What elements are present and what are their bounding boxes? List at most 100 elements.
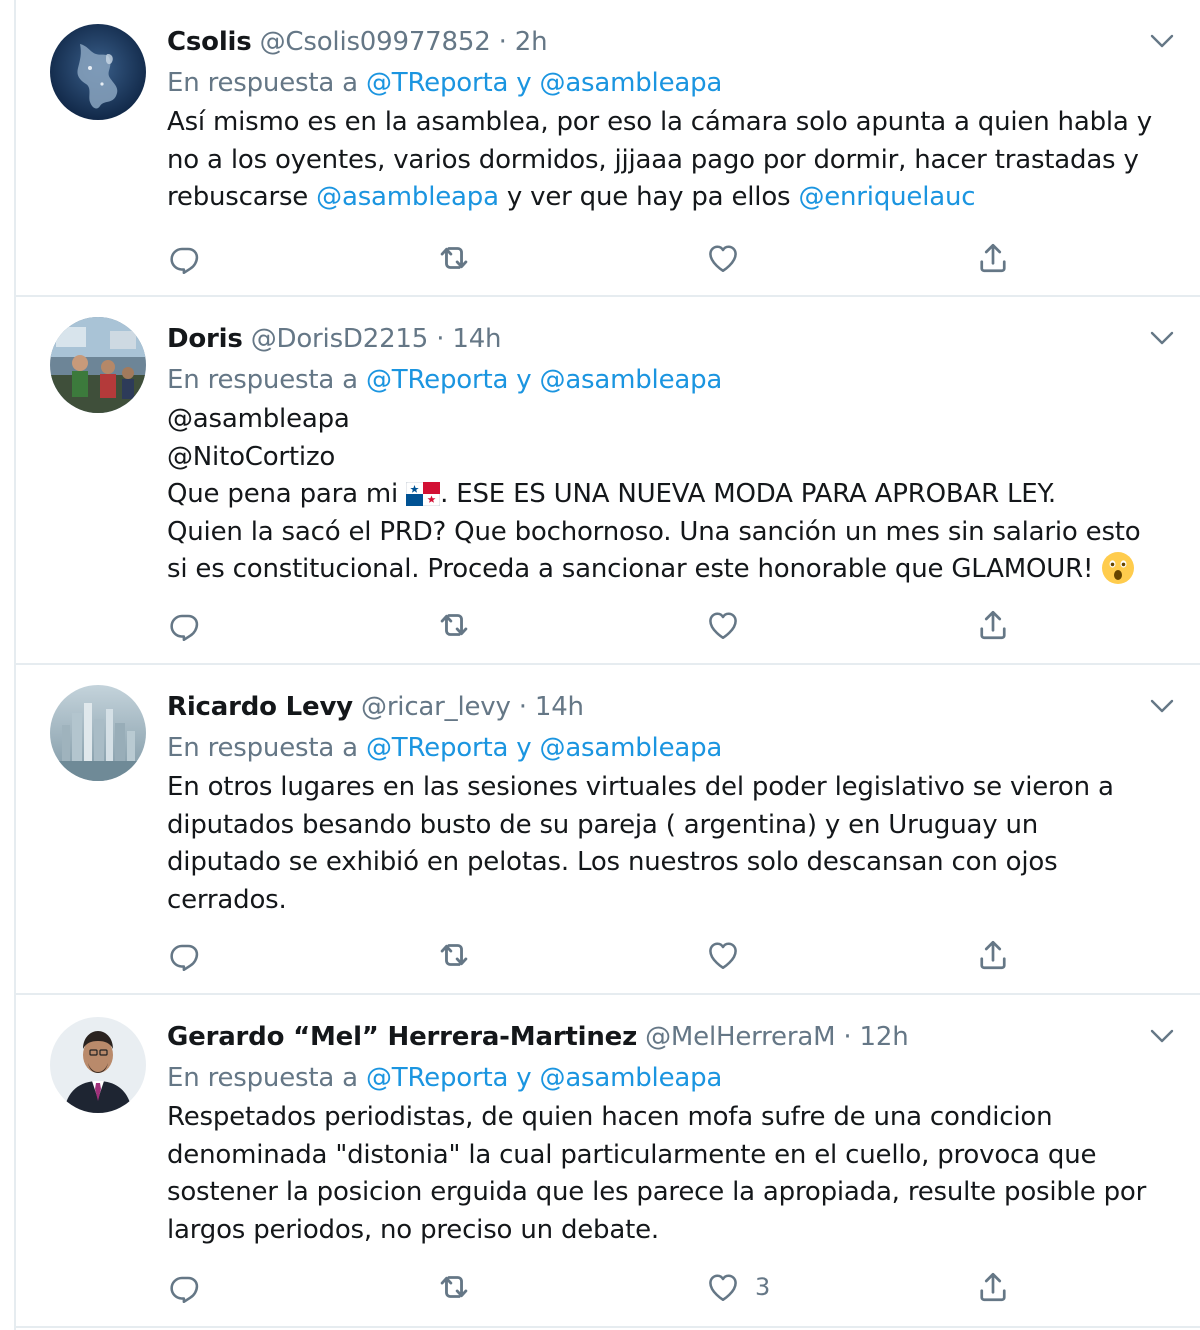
like-count: 3: [755, 1273, 771, 1301]
astonished-face-icon: [1102, 552, 1135, 584]
tweet-actions: [167, 605, 1047, 645]
retweet-icon: [435, 239, 473, 277]
timestamp[interactable]: 14h: [535, 692, 584, 722]
tweet[interactable]: Csolis @Csolis09977852 · 2h En respuesta…: [16, 0, 1200, 297]
chevron-down-icon[interactable]: [1148, 327, 1176, 349]
share-icon: [975, 937, 1011, 973]
share-icon: [975, 607, 1011, 643]
reply-and: y: [516, 365, 532, 395]
mention-link[interactable]: @TReporta: [366, 365, 508, 395]
timestamp[interactable]: 14h: [452, 324, 501, 354]
mention-link[interactable]: @NitoCortizo: [167, 439, 1177, 477]
author-handle[interactable]: @DorisD2215: [251, 324, 429, 354]
share-button[interactable]: [975, 1267, 1011, 1307]
timestamp[interactable]: 12h: [860, 1022, 909, 1052]
tweet-actions: [167, 935, 1047, 975]
chevron-down-icon[interactable]: [1148, 695, 1176, 717]
reply-and: y: [516, 733, 532, 763]
tweet-text-line: diputado se exhibió en pelotas. Los nues…: [167, 847, 1058, 877]
tweet-actions: [167, 238, 1047, 278]
author-name[interactable]: Doris: [167, 324, 243, 354]
author-handle[interactable]: @Csolis09977852: [260, 27, 491, 57]
tweet-text-line: Así mismo es en la asamblea, por eso la …: [167, 107, 1152, 137]
reply-icon: [167, 607, 203, 643]
reply-prefix: En respuesta a: [167, 68, 358, 98]
author-handle[interactable]: @MelHerreraM: [645, 1022, 835, 1052]
like-button[interactable]: [705, 935, 755, 975]
tweet-text-line: denominada "distonia" la cual particular…: [167, 1139, 1097, 1170]
separator: ·: [518, 692, 527, 722]
mention-link[interactable]: @TReporta: [366, 68, 508, 98]
avatar[interactable]: [50, 24, 146, 120]
mention-link[interactable]: @asambleapa: [167, 401, 1177, 439]
reply-button[interactable]: [167, 935, 203, 975]
reply-button[interactable]: [167, 238, 203, 278]
tweet-text-line: Respetados periodistas, de quien hacen m…: [167, 1102, 1053, 1132]
tweet-header: Doris @DorisD2215 · 14h: [167, 319, 1177, 359]
like-button[interactable]: 3: [705, 1267, 770, 1307]
text-segment: . ESE ES UNA NUEVA MODA PARA APROBAR LEY…: [440, 479, 1057, 509]
tweet-header: Csolis @Csolis09977852 · 2h: [167, 22, 1177, 62]
reply-prefix: En respuesta a: [167, 1063, 358, 1093]
retweet-button[interactable]: [435, 238, 473, 278]
mention-link[interactable]: @asambleapa: [540, 365, 723, 395]
mention-link[interactable]: @asambleapa: [540, 1063, 723, 1093]
share-button[interactable]: [975, 238, 1011, 278]
share-icon: [975, 240, 1011, 276]
mention-link[interactable]: @TReporta: [366, 733, 508, 763]
avatar[interactable]: [50, 685, 146, 781]
retweet-button[interactable]: [435, 605, 473, 645]
timestamp[interactable]: 2h: [515, 27, 548, 57]
tweet-text-line: rebuscarse @asambleapa y ver que hay pa …: [167, 179, 1177, 217]
tweet[interactable]: Doris @DorisD2215 · 14h En respuesta a @…: [16, 297, 1200, 665]
share-button[interactable]: [975, 935, 1011, 975]
retweet-button[interactable]: [435, 935, 473, 975]
reply-icon: [167, 1269, 203, 1305]
share-button[interactable]: [975, 605, 1011, 645]
tweet[interactable]: Ricardo Levy @ricar_levy · 14h En respue…: [16, 665, 1200, 995]
author-name[interactable]: Csolis: [167, 27, 252, 57]
tweet-actions: 3: [167, 1267, 1047, 1307]
retweet-icon: [435, 936, 473, 974]
author-name[interactable]: Gerardo “Mel” Herrera-Martinez: [167, 1022, 637, 1052]
tweet-content: Csolis @Csolis09977852 · 2h En respuesta…: [167, 22, 1177, 217]
avatar[interactable]: [50, 1017, 146, 1113]
author-name[interactable]: Ricardo Levy: [167, 692, 353, 722]
like-button[interactable]: [705, 605, 755, 645]
mention-link[interactable]: @asambleapa: [316, 182, 499, 212]
tweet-text-line: Quien la sacó el PRD? Que bochornoso. Un…: [167, 516, 1141, 547]
tweet-text-line: largos periodos, no preciso un debate.: [167, 1214, 659, 1245]
like-button[interactable]: [705, 238, 755, 278]
mention-link[interactable]: @TReporta: [366, 1063, 508, 1093]
mention-link[interactable]: @asambleapa: [540, 68, 723, 98]
text-segment: Que pena para mi: [167, 479, 407, 509]
reply-button[interactable]: [167, 1267, 203, 1307]
retweet-button[interactable]: [435, 1267, 473, 1307]
like-icon: [705, 607, 741, 643]
reply-icon: [167, 937, 203, 973]
text-segment: y ver que hay pa ellos: [498, 182, 799, 212]
mention-link[interactable]: @asambleapa: [540, 733, 723, 763]
mention-link[interactable]: @enriquelauc: [798, 182, 975, 212]
separator: ·: [498, 27, 507, 57]
reply-and: y: [516, 68, 532, 98]
chevron-down-icon[interactable]: [1148, 30, 1176, 52]
tweet-text-line: diputados besando busto de su pareja ( a…: [167, 809, 1039, 840]
author-handle[interactable]: @ricar_levy: [361, 692, 511, 722]
tweet-content: Doris @DorisD2215 · 14h En respuesta a @…: [167, 319, 1177, 589]
tweet-text-line: En otros lugares en las sesiones virtual…: [167, 772, 1114, 802]
tweet-content: Ricardo Levy @ricar_levy · 14h En respue…: [167, 687, 1177, 919]
reply-context: En respuesta a @TReporta y @asambleapa: [167, 62, 1177, 104]
tweet[interactable]: Gerardo “Mel” Herrera-Martinez @MelHerre…: [16, 995, 1200, 1328]
reply-button[interactable]: [167, 605, 203, 645]
text-segment: si es constitucional. Proceda a sanciona…: [167, 554, 1102, 584]
tweet-text-line: si es constitucional. Proceda a sanciona…: [167, 551, 1177, 589]
separator: ·: [843, 1022, 852, 1052]
tweet-text-line: cerrados.: [167, 884, 287, 915]
chevron-down-icon[interactable]: [1148, 1025, 1176, 1047]
reply-prefix: En respuesta a: [167, 733, 358, 763]
reply-and: y: [516, 1063, 532, 1093]
tweet-header: Gerardo “Mel” Herrera-Martinez @MelHerre…: [167, 1017, 1177, 1057]
avatar[interactable]: [50, 317, 146, 413]
reply-context: En respuesta a @TReporta y @asambleapa: [167, 1057, 1177, 1099]
